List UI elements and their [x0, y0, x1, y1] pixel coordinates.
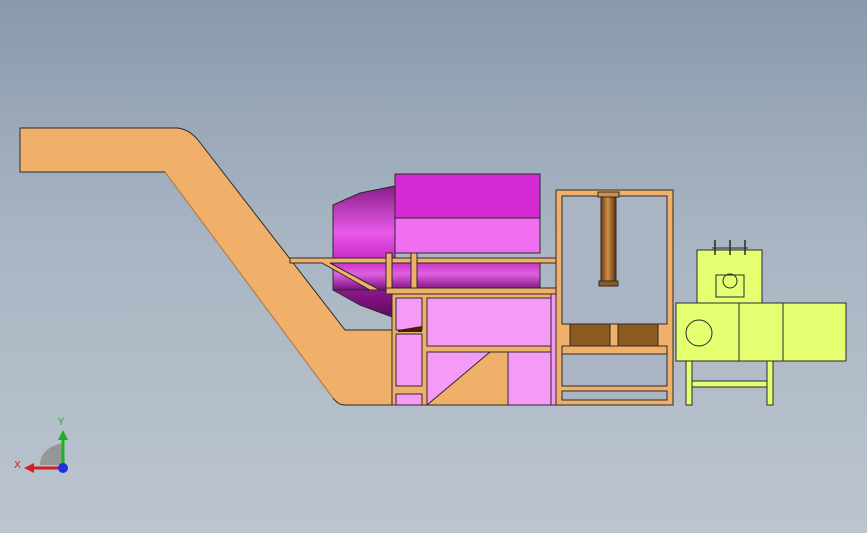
rail-upright-left	[385, 252, 393, 294]
press-mold-block-1	[569, 323, 611, 347]
machine-assembly-drawing: X Y	[14, 127, 847, 473]
triad-plane-arc	[40, 443, 63, 465]
base-right-post	[550, 293, 557, 406]
rail-upright-mid	[410, 252, 418, 294]
cylinder-cap	[597, 191, 620, 198]
drum-hood-upper	[394, 173, 541, 219]
press-frame	[555, 189, 674, 406]
base-side-panel-3	[395, 393, 423, 406]
triad-x-arrow	[24, 463, 34, 473]
triad-y-arrow	[58, 430, 68, 440]
motor-housing-top	[696, 249, 763, 304]
cylinder-rod-end	[598, 280, 619, 287]
motor-shaft-end	[685, 319, 713, 347]
press-mold-block-2	[617, 323, 659, 347]
drum-cone	[332, 185, 396, 319]
motor-stand-leg-right	[766, 360, 774, 406]
axis-triad: X Y	[14, 417, 68, 473]
motor-unit	[675, 240, 847, 406]
triad-x-label: X	[14, 460, 21, 471]
triad-y-label: Y	[57, 417, 65, 428]
base-upper-panel	[426, 297, 552, 347]
motor-stand-leg-left	[685, 360, 693, 406]
mixer-base	[391, 293, 557, 406]
base-side-panel-2	[395, 333, 423, 387]
press-inner-bottom	[561, 390, 668, 401]
cad-viewport[interactable]: X Y	[0, 0, 867, 533]
triad-z-axis	[58, 463, 68, 473]
press-platen	[561, 345, 668, 355]
motor-stand-crossbar	[691, 380, 768, 388]
gearbox	[782, 302, 847, 362]
hydraulic-cylinder	[600, 195, 617, 283]
rail-crossbar	[385, 287, 557, 295]
base-side-panel-1	[395, 297, 423, 331]
press-inner-lower	[561, 353, 668, 387]
drum-hood-lower	[394, 217, 541, 254]
